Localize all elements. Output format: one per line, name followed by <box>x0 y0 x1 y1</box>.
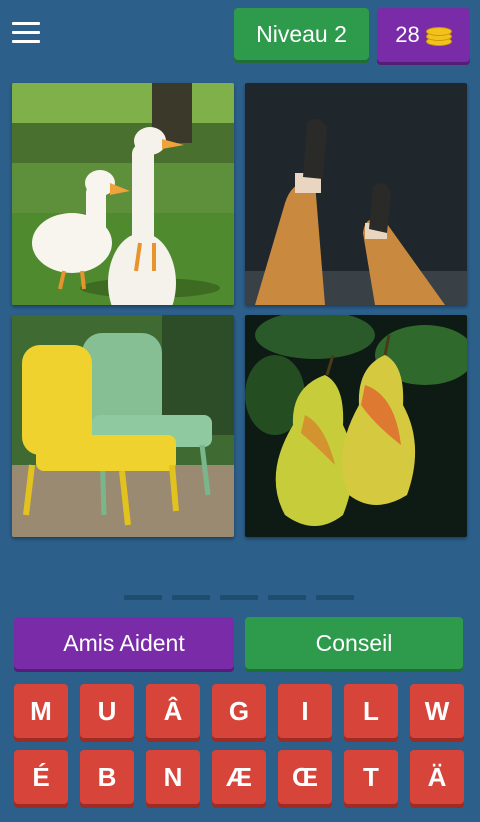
letter-row-2: É B N Æ Œ T Ä <box>14 750 466 804</box>
pears-image <box>245 315 467 537</box>
answer-slot[interactable] <box>172 595 210 600</box>
coin-stack-icon <box>425 24 452 46</box>
level-label: Niveau 2 <box>256 20 347 47</box>
letter-key[interactable]: É <box>14 750 68 804</box>
letter-key[interactable]: T <box>344 750 398 804</box>
letter-key[interactable]: W <box>410 684 464 738</box>
letter-key[interactable]: L <box>344 684 398 738</box>
letter-key[interactable]: N <box>146 750 200 804</box>
letter-keyboard: M U Â G I L W É B N Æ Œ T Ä <box>14 684 466 816</box>
level-badge[interactable]: Niveau 2 <box>234 8 369 60</box>
coins-button[interactable]: 28 <box>377 8 470 62</box>
hint-button[interactable]: Conseil <box>245 617 463 669</box>
answer-slot[interactable] <box>220 595 258 600</box>
letter-key[interactable]: I <box>278 684 332 738</box>
image-tile-chairs[interactable] <box>12 315 234 537</box>
letter-key[interactable]: M <box>14 684 68 738</box>
answer-slot[interactable] <box>124 595 162 600</box>
friends-help-button[interactable]: Amis Aident <box>14 617 234 669</box>
letter-key[interactable]: Â <box>146 684 200 738</box>
answer-slots <box>124 595 354 600</box>
image-tile-ducks[interactable] <box>12 83 234 305</box>
ducks-image <box>12 83 234 305</box>
letter-key[interactable]: Œ <box>278 750 332 804</box>
letter-key[interactable]: B <box>80 750 134 804</box>
image-tile-legs[interactable] <box>245 83 467 305</box>
legs-image <box>245 83 467 305</box>
letter-key[interactable]: U <box>80 684 134 738</box>
coin-count: 28 <box>395 22 420 47</box>
image-tile-pears[interactable] <box>245 315 467 537</box>
letter-key[interactable]: G <box>212 684 266 738</box>
letter-key[interactable]: Æ <box>212 750 266 804</box>
letter-key[interactable]: Ä <box>410 750 464 804</box>
answer-slot[interactable] <box>268 595 306 600</box>
letter-row-1: M U Â G I L W <box>14 684 466 738</box>
menu-icon[interactable] <box>12 22 40 44</box>
friends-help-label: Amis Aident <box>63 629 185 656</box>
answer-slot[interactable] <box>316 595 354 600</box>
chairs-image <box>12 315 234 537</box>
hint-label: Conseil <box>315 629 393 656</box>
